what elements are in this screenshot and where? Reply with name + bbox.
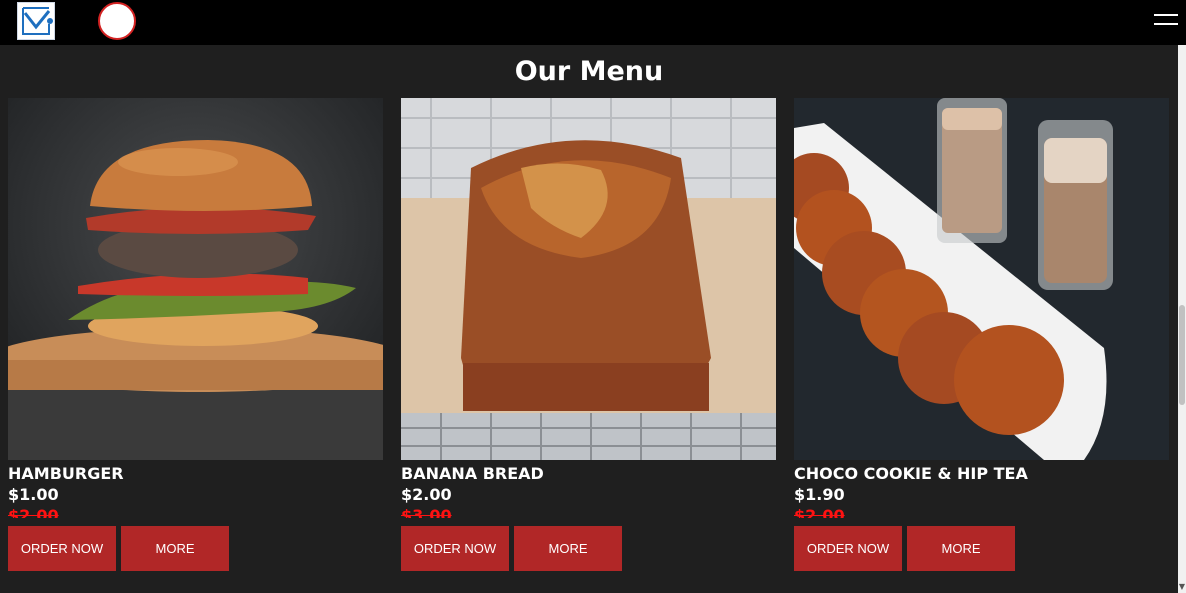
item-name: HAMBURGER xyxy=(8,464,124,483)
item-name: CHOCO COOKIE & HIP TEA xyxy=(794,464,1028,483)
scrollbar-thumb[interactable] xyxy=(1179,305,1185,405)
vertical-scrollbar[interactable]: ▼ xyxy=(1178,45,1186,593)
hamburger-photo xyxy=(8,98,383,460)
more-button[interactable]: MORE xyxy=(514,526,622,571)
more-button[interactable]: MORE xyxy=(907,526,1015,571)
cookie-tea-photo xyxy=(794,98,1169,460)
item-price: $2.00 xyxy=(401,485,452,504)
top-navbar xyxy=(0,0,1186,45)
hamburger-menu-icon[interactable] xyxy=(1154,12,1178,28)
item-old-price: $3.00 xyxy=(401,506,452,518)
item-price: $1.90 xyxy=(794,485,845,504)
menu-card: BANANA BREAD $2.00 $3.00 ORDER NOW MORE xyxy=(401,98,776,571)
scroll-down-icon[interactable]: ▼ xyxy=(1178,581,1186,593)
menu-card: CHOCO COOKIE & HIP TEA $1.90 $2.00 ORDER… xyxy=(794,98,1169,571)
page-title: Our Menu xyxy=(514,56,664,87)
order-now-button[interactable]: ORDER NOW xyxy=(8,526,116,571)
more-button[interactable]: MORE xyxy=(121,526,229,571)
item-old-price: $2.00 xyxy=(794,506,845,518)
item-old-price: $2.00 xyxy=(8,506,59,518)
banana-bread-photo xyxy=(401,98,776,460)
avatar-icon[interactable] xyxy=(98,2,136,40)
order-now-button[interactable]: ORDER NOW xyxy=(401,526,509,571)
check-logo-icon[interactable] xyxy=(17,2,55,40)
menu-card: HAMBURGER $1.00 $2.00 ORDER NOW MORE xyxy=(8,98,383,571)
item-name: BANANA BREAD xyxy=(401,464,544,483)
order-now-button[interactable]: ORDER NOW xyxy=(794,526,902,571)
item-price: $1.00 xyxy=(8,485,59,504)
